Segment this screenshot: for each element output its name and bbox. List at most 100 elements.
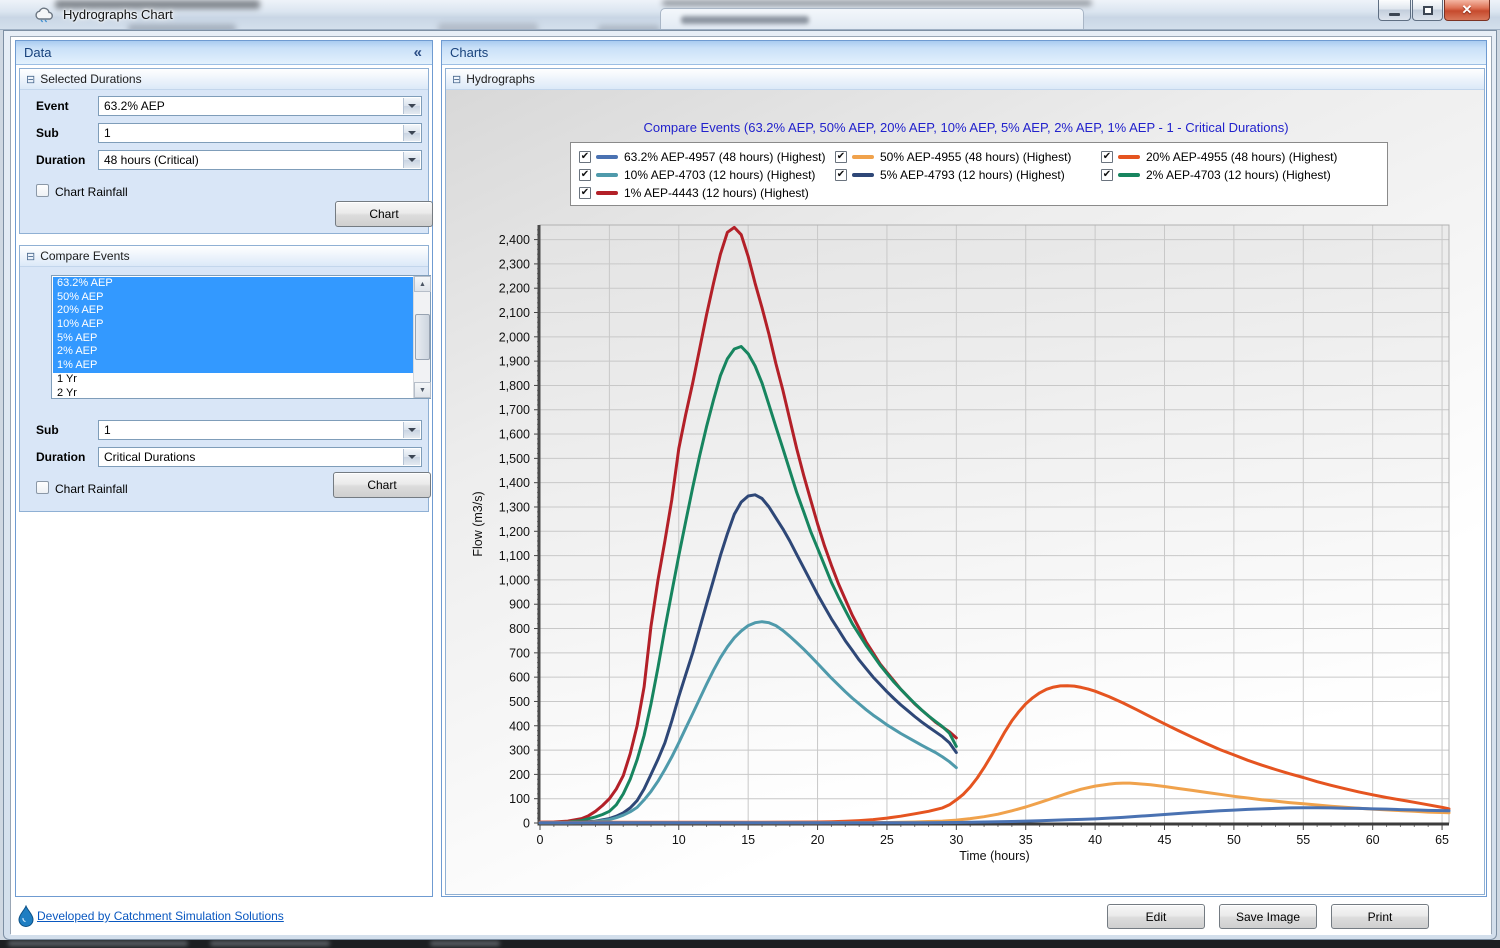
legend-color-swatch [596,191,618,195]
restore-button[interactable] [1412,0,1443,21]
listbox-scrollbar[interactable]: ▲ ▼ [413,276,430,398]
hydrographs-group: ⊟Hydrographs 010020030040050060070080090… [445,68,1485,895]
svg-text:2,200: 2,200 [499,282,530,296]
scroll-up-button[interactable]: ▲ [414,276,431,292]
legend-label: 1% AEP-4443 (12 hours) (Highest) [624,186,809,200]
background-window-blur [438,23,538,30]
charts-panel: Charts ⊟Hydrographs 01002003004005006007… [441,40,1487,897]
chevron-down-icon[interactable] [403,152,420,168]
duration-label: Duration [36,153,85,167]
event-list-item[interactable]: 63.2% AEP [53,277,413,291]
event-list-item[interactable]: 50% AEP [53,291,413,305]
data-panel: Data « ⊟Selected Durations Event 63.2% A… [15,40,433,897]
credit-link[interactable]: Developed by Catchment Simulation Soluti… [37,909,284,923]
data-panel-header: Data « [16,41,432,65]
legend-item[interactable]: ✔ 10% AEP-4703 (12 hours) (Highest) [579,166,835,183]
legend-color-swatch [1118,173,1140,177]
svg-text:25: 25 [880,833,894,847]
svg-text:2,400: 2,400 [499,233,530,247]
event-label: Event [36,99,69,113]
duration-value: 48 hours (Critical) [104,153,199,167]
compare-sub-value: 1 [104,423,111,437]
chevron-down-icon[interactable] [403,125,420,141]
svg-text:1,800: 1,800 [499,379,530,393]
compare-sub-label: Sub [36,423,59,437]
compare-duration-value: Critical Durations [104,450,195,464]
selected-durations-header[interactable]: ⊟Selected Durations [20,69,428,90]
chart-title: Compare Events (63.2% AEP, 50% AEP, 20% … [446,120,1484,135]
data-panel-body: ⊟Selected Durations Event 63.2% AEP Sub … [16,65,432,896]
hydrographs-header[interactable]: ⊟Hydrographs [446,69,1484,90]
print-button[interactable]: Print [1331,904,1429,929]
svg-text:50: 50 [1227,833,1241,847]
legend-checkbox[interactable]: ✔ [835,151,847,163]
legend-item[interactable]: ✔ 50% AEP-4955 (48 hours) (Highest) [835,148,1101,165]
event-list-item[interactable]: 20% AEP [53,304,413,318]
charts-panel-body: ⊟Hydrographs 010020030040050060070080090… [442,65,1486,896]
svg-text:100: 100 [509,792,530,806]
event-list-item[interactable]: 10% AEP [53,318,413,332]
event-list-item[interactable]: 2% AEP [53,345,413,359]
svg-text:700: 700 [509,646,530,660]
chart-button[interactable]: Chart [335,201,433,227]
compare-chart-rainfall-checkbox[interactable] [36,481,49,494]
svg-text:Flow (m3/s): Flow (m3/s) [471,491,485,556]
legend-checkbox[interactable]: ✔ [1101,151,1113,163]
hydrograph-chart: 01002003004005006007008009001,0001,1001,… [446,90,1484,894]
legend-item[interactable]: ✔ 2% AEP-4703 (12 hours) (Highest) [1101,166,1379,183]
legend-item[interactable]: ✔5% AEP-4793 (12 hours) (Highest) [835,166,1101,183]
compare-sub-combobox[interactable]: 1 [98,420,422,440]
scrollbar-thumb[interactable] [415,314,430,360]
compare-duration-combobox[interactable]: Critical Durations [98,447,422,467]
compare-events-body: 63.2% AEP50% AEP20% AEP10% AEP5% AEP2% A… [20,267,428,511]
legend-color-swatch [1118,155,1140,159]
minimize-button[interactable] [1378,0,1411,21]
legend-item[interactable]: ✔63.2% AEP-4957 (48 hours) (Highest) [579,148,835,165]
chevron-down-icon[interactable] [403,98,420,114]
svg-text:1,400: 1,400 [499,476,530,490]
event-list-item[interactable]: 5% AEP [53,332,413,346]
svg-text:1,100: 1,100 [499,549,530,563]
scroll-down-icon: ▼ [419,387,426,394]
event-list-item[interactable]: 1% AEP [53,359,413,373]
legend-item[interactable]: ✔20% AEP-4955 (48 hours) (Highest) [1101,148,1379,165]
scroll-down-button[interactable]: ▼ [414,382,431,398]
chevron-down-icon[interactable] [403,449,420,465]
chart-rainfall-checkbox[interactable] [36,184,49,197]
svg-text:900: 900 [509,598,530,612]
duration-combobox[interactable]: 48 hours (Critical) [98,150,422,170]
window-controls: ✕ [1377,0,1490,21]
legend-item[interactable]: ✔ 1% AEP-4443 (12 hours) (Highest) [579,184,835,201]
sub-label: Sub [36,126,59,140]
background-desktop-strip [0,940,1500,948]
event-list-item[interactable]: 1 Yr [53,373,413,387]
chevron-down-icon[interactable] [403,422,420,438]
svg-text:2,300: 2,300 [499,257,530,271]
footer-bar: Developed by Catchment Simulation Soluti… [11,899,1491,935]
event-combobox[interactable]: 63.2% AEP [98,96,422,116]
edit-button[interactable]: Edit [1107,904,1205,929]
save-image-button[interactable]: Save Image [1219,904,1317,929]
chart-button-label: Chart [369,207,398,221]
legend-label: 50% AEP-4955 (48 hours) (Highest) [880,150,1071,164]
legend-checkbox[interactable]: ✔ [579,151,591,163]
event-list-item[interactable]: 2 Yr [53,387,413,398]
compare-chart-rainfall-label: Chart Rainfall [55,482,128,496]
collapse-group-icon: ⊟ [452,74,461,86]
screen: Hydrographs Chart ✕ Data « ⊟Selected Dur… [0,0,1500,948]
sub-combobox[interactable]: 1 [98,123,422,143]
legend-label: 2% AEP-4703 (12 hours) (Highest) [1146,168,1331,182]
legend-checkbox[interactable]: ✔ [579,187,591,199]
legend-checkbox[interactable]: ✔ [579,169,591,181]
legend-checkbox[interactable]: ✔ [835,169,847,181]
selected-durations-body: Event 63.2% AEP Sub 1 Duration [20,90,428,233]
svg-text:300: 300 [509,744,530,758]
legend-checkbox[interactable]: ✔ [1101,169,1113,181]
close-button[interactable]: ✕ [1444,0,1490,21]
compare-chart-button[interactable]: Chart [333,472,431,498]
compare-events-header[interactable]: ⊟Compare Events [20,246,428,267]
compare-events-listbox[interactable]: 63.2% AEP50% AEP20% AEP10% AEP5% AEP2% A… [51,275,431,399]
collapse-panel-icon[interactable]: « [414,41,422,65]
background-window-title-blur [681,16,809,24]
legend-label: 10% AEP-4703 (12 hours) (Highest) [624,168,815,182]
